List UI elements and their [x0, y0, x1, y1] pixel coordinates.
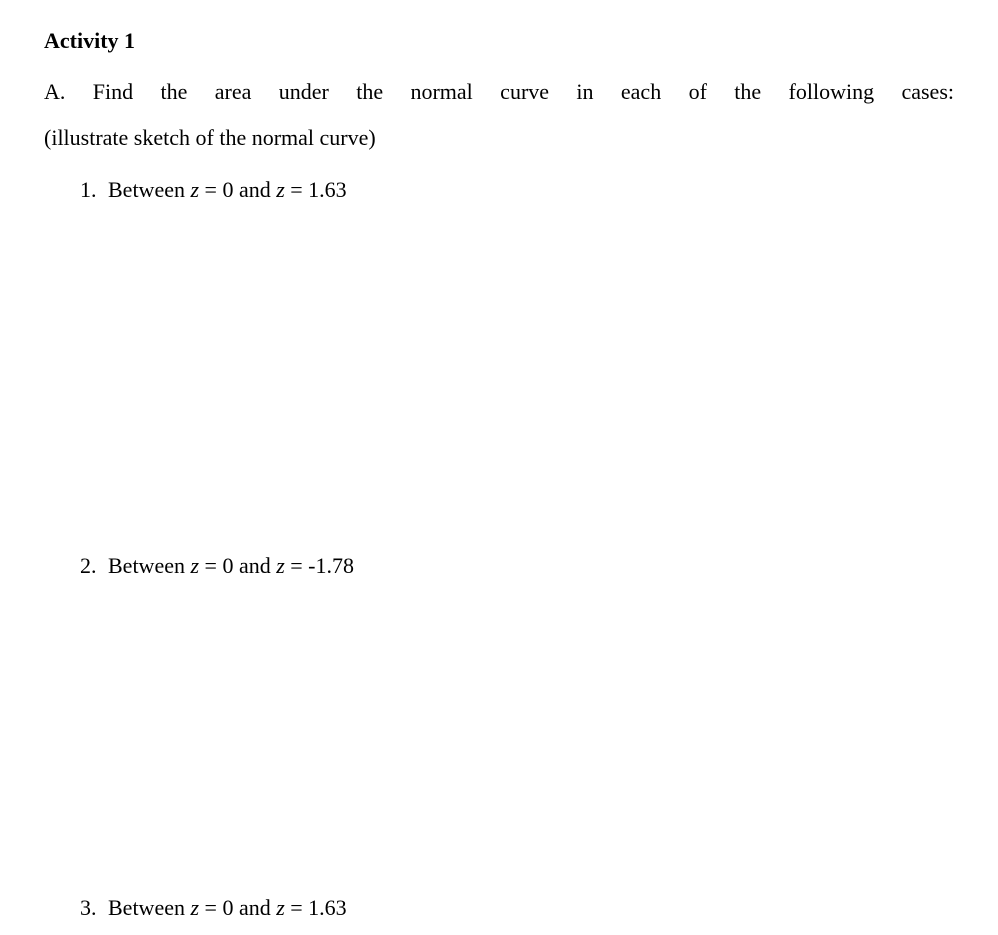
item-text: Between z = 0 and z = 1.63: [108, 889, 954, 926]
item-number: 1.: [80, 171, 108, 208]
text-eq: = -1.78: [285, 553, 354, 578]
text-eq: = 1.63: [285, 177, 347, 202]
list-item-2: 2. Between z = 0 and z = -1.78: [80, 547, 954, 584]
variable-z: z: [190, 895, 199, 920]
text-eq: = 1.63: [285, 895, 347, 920]
variable-z: z: [276, 177, 285, 202]
activity-title: Activity 1: [44, 28, 954, 54]
text-eq: = 0 and: [199, 895, 276, 920]
text-eq: = 0 and: [199, 553, 276, 578]
text-prefix: Between: [108, 177, 190, 202]
instruction-text: A. Find the area under the normal curve …: [44, 72, 954, 112]
text-prefix: Between: [108, 553, 190, 578]
variable-z: z: [190, 177, 199, 202]
item-text: Between z = 0 and z = -1.78: [108, 547, 954, 584]
item-number: 2.: [80, 547, 108, 584]
text-eq: = 0 and: [199, 177, 276, 202]
variable-z: z: [276, 895, 285, 920]
variable-z: z: [190, 553, 199, 578]
sub-instruction-text: (illustrate sketch of the normal curve): [44, 118, 954, 158]
item-text: Between z = 0 and z = 1.63: [108, 171, 954, 208]
list-item-3: 3. Between z = 0 and z = 1.63: [80, 889, 954, 926]
text-prefix: Between: [108, 895, 190, 920]
variable-z: z: [276, 553, 285, 578]
list-item-1: 1. Between z = 0 and z = 1.63: [80, 171, 954, 208]
problem-list: 1. Between z = 0 and z = 1.63 2. Between…: [44, 171, 954, 926]
item-number: 3.: [80, 889, 108, 926]
